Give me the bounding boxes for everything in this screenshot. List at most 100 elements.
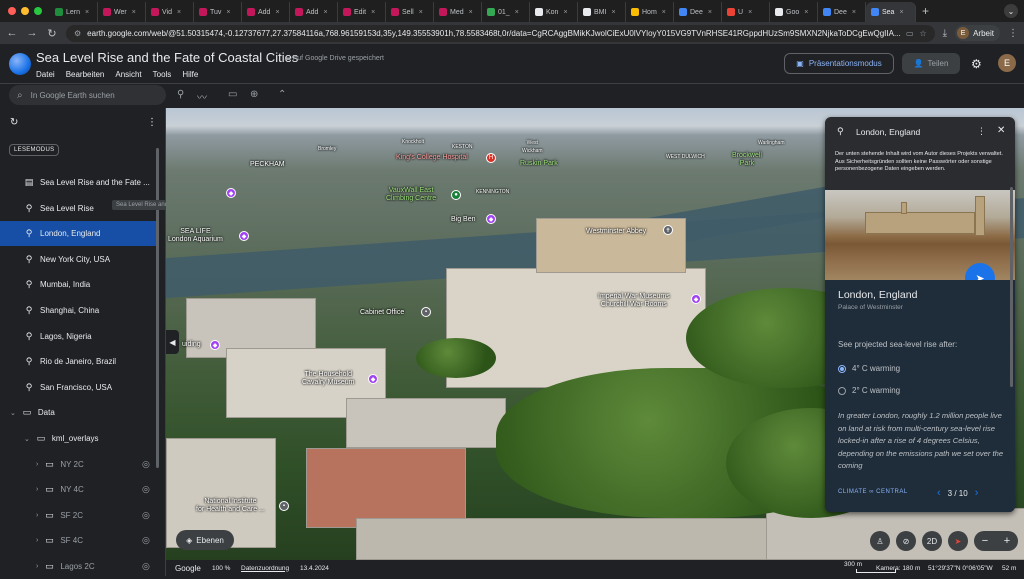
chevron-right-icon[interactable]: › [36, 537, 38, 544]
browser-tab[interactable]: Sell × [386, 2, 434, 22]
tab-close-icon[interactable]: × [804, 9, 808, 16]
address-bar[interactable]: ⚙ earth.google.com/web/@51.50315474,-0.1… [66, 24, 935, 42]
project-item[interactable]: ⚲ Rio de Janeiro, Brazil [0, 349, 158, 374]
street-view-pegman-icon[interactable]: ♙ [870, 531, 890, 551]
chevron-right-icon[interactable]: › [36, 461, 38, 468]
add-placemark-icon[interactable]: ⚲ [177, 89, 184, 100]
chevron-up-icon[interactable]: ⌃ [278, 89, 286, 100]
bookmark-star-icon[interactable]: ☆ [920, 29, 927, 38]
forward-arrow-icon[interactable]: → [26, 27, 38, 39]
maximize-window-button[interactable] [34, 7, 42, 15]
project-item[interactable]: ⚲ Mumbai, India [0, 272, 158, 297]
attraction-icon[interactable]: ◆ [226, 188, 236, 198]
browser-tab[interactable]: Sea × [866, 2, 916, 22]
settings-gear-icon[interactable]: ⚙ [971, 57, 982, 71]
tab-close-icon[interactable]: × [371, 9, 375, 16]
tab-close-icon[interactable]: × [419, 9, 423, 16]
measure-ruler-icon[interactable]: ▭ [228, 89, 237, 100]
screen-share-icon[interactable]: ▭ [906, 29, 914, 38]
tab-close-icon[interactable]: × [177, 9, 181, 16]
tab-close-icon[interactable]: × [708, 9, 712, 16]
attraction-icon[interactable]: ◆ [210, 340, 220, 350]
next-chevron-icon[interactable]: › [975, 487, 979, 499]
tab-search-icon[interactable]: ⌄ [1004, 4, 1018, 18]
museum-icon[interactable]: ◆ [368, 374, 378, 384]
browser-tab[interactable]: Tuv × [194, 2, 242, 22]
new-project-icon[interactable]: ⊕ [250, 89, 258, 100]
tab-close-icon[interactable]: × [899, 9, 903, 16]
tab-close-icon[interactable]: × [852, 9, 856, 16]
site-info-icon[interactable]: ⚙ [74, 29, 81, 38]
chevron-right-icon[interactable]: › [36, 512, 38, 519]
project-item[interactable]: › ▭ NY 2C ◎ [0, 452, 158, 477]
tab-close-icon[interactable]: × [563, 9, 567, 16]
attribution-link[interactable]: Datenzuordnung [241, 565, 289, 572]
menu-ansicht[interactable]: Ansicht [115, 70, 141, 79]
toggle-2d-button[interactable]: 2D [922, 531, 942, 551]
tab-close-icon[interactable]: × [748, 9, 752, 16]
reload-icon[interactable]: ↻ [46, 27, 58, 40]
tab-close-icon[interactable]: × [275, 9, 279, 16]
project-item[interactable]: ⚲ San Francisco, USA [0, 375, 158, 400]
project-item[interactable]: › ▭ Lagos 2C ◎ [0, 554, 158, 579]
visibility-off-icon[interactable]: ◎ [142, 484, 150, 495]
project-item[interactable]: ⚲ Lagos, Nigeria [0, 324, 158, 349]
project-item[interactable]: ⚲ New York City, USA [0, 247, 158, 272]
close-window-button[interactable] [8, 7, 16, 15]
project-item[interactable]: › ▭ SF 4C ◎ [0, 528, 158, 553]
card-more-icon[interactable]: ⋮ [977, 126, 986, 137]
back-arrow-icon[interactable]: ← [6, 27, 18, 39]
project-item[interactable]: › ▭ SF 2C ◎ [0, 503, 158, 528]
visibility-off-icon[interactable]: ◎ [142, 459, 150, 470]
climbing-gym-icon[interactable]: ● [451, 190, 461, 200]
chevron-down-icon[interactable]: ⌄ [10, 409, 16, 417]
close-icon[interactable]: ✕ [997, 125, 1005, 136]
chevron-down-icon[interactable]: ⌄ [24, 435, 30, 443]
option-4c-warming[interactable]: 4° C warming [838, 364, 900, 373]
menu-tools[interactable]: Tools [153, 70, 172, 79]
visibility-off-icon[interactable]: ◎ [142, 510, 150, 521]
share-button[interactable]: 👤 Teilen [902, 53, 960, 74]
menu-bearbeiten[interactable]: Bearbeiten [66, 70, 105, 79]
panel-scrollbar[interactable] [156, 148, 159, 468]
tab-close-icon[interactable]: × [226, 9, 230, 16]
project-item[interactable]: ⚲ Shanghai, China [0, 298, 158, 323]
profile-chip[interactable]: E Arbeit [955, 25, 1000, 41]
visibility-off-icon[interactable]: ◎ [142, 561, 150, 572]
zoom-in-button[interactable]: + [1004, 535, 1010, 547]
location-off-icon[interactable]: ⊘ [896, 531, 916, 551]
project-item[interactable]: ▤ Sea Level Rise and the Fate ... [0, 170, 158, 195]
church-icon[interactable]: ✝ [663, 225, 673, 235]
browser-tab[interactable]: Kon × [530, 2, 578, 22]
presentation-mode-button[interactable]: ▣ Präsentationsmodus [784, 53, 894, 74]
project-item[interactable]: › ▭ NY 4C ◎ [0, 477, 158, 502]
project-item[interactable]: ⌄ ▭ kml_overlays [0, 426, 158, 451]
browser-tab[interactable]: 01_ × [482, 2, 530, 22]
refresh-icon[interactable]: ↻ [10, 117, 18, 128]
tab-close-icon[interactable]: × [611, 9, 615, 16]
browser-tab[interactable]: Add × [242, 2, 290, 22]
tab-close-icon[interactable]: × [515, 9, 519, 16]
project-title[interactable]: Sea Level Rise and the Fate of Coastal C… [36, 50, 298, 65]
minimize-window-button[interactable] [21, 7, 29, 15]
tab-close-icon[interactable]: × [323, 9, 327, 16]
browser-tab[interactable]: U × [722, 2, 770, 22]
browser-tab[interactable]: Add × [290, 2, 338, 22]
chevron-right-icon[interactable]: › [36, 486, 38, 493]
chevron-right-icon[interactable]: › [36, 563, 38, 570]
card-scrollbar[interactable] [1010, 187, 1013, 387]
aquarium-icon[interactable]: ◆ [239, 231, 249, 241]
museum-icon[interactable]: ◆ [691, 294, 701, 304]
browser-tab[interactable]: Med × [434, 2, 482, 22]
menu-hilfe[interactable]: Hilfe [182, 70, 198, 79]
option-2c-warming[interactable]: 2° C warming [838, 386, 900, 395]
hospital-icon[interactable]: H [486, 153, 496, 163]
browser-tab[interactable]: BMI × [578, 2, 626, 22]
tab-close-icon[interactable]: × [132, 9, 136, 16]
google-earth-logo[interactable] [9, 53, 31, 75]
browser-tab[interactable]: Vid × [146, 2, 194, 22]
browser-tab[interactable]: Dee × [818, 2, 866, 22]
tab-close-icon[interactable]: × [662, 9, 666, 16]
collapse-panel-button[interactable]: ◀ [166, 330, 179, 354]
compass-icon[interactable]: ➤ [948, 531, 968, 551]
